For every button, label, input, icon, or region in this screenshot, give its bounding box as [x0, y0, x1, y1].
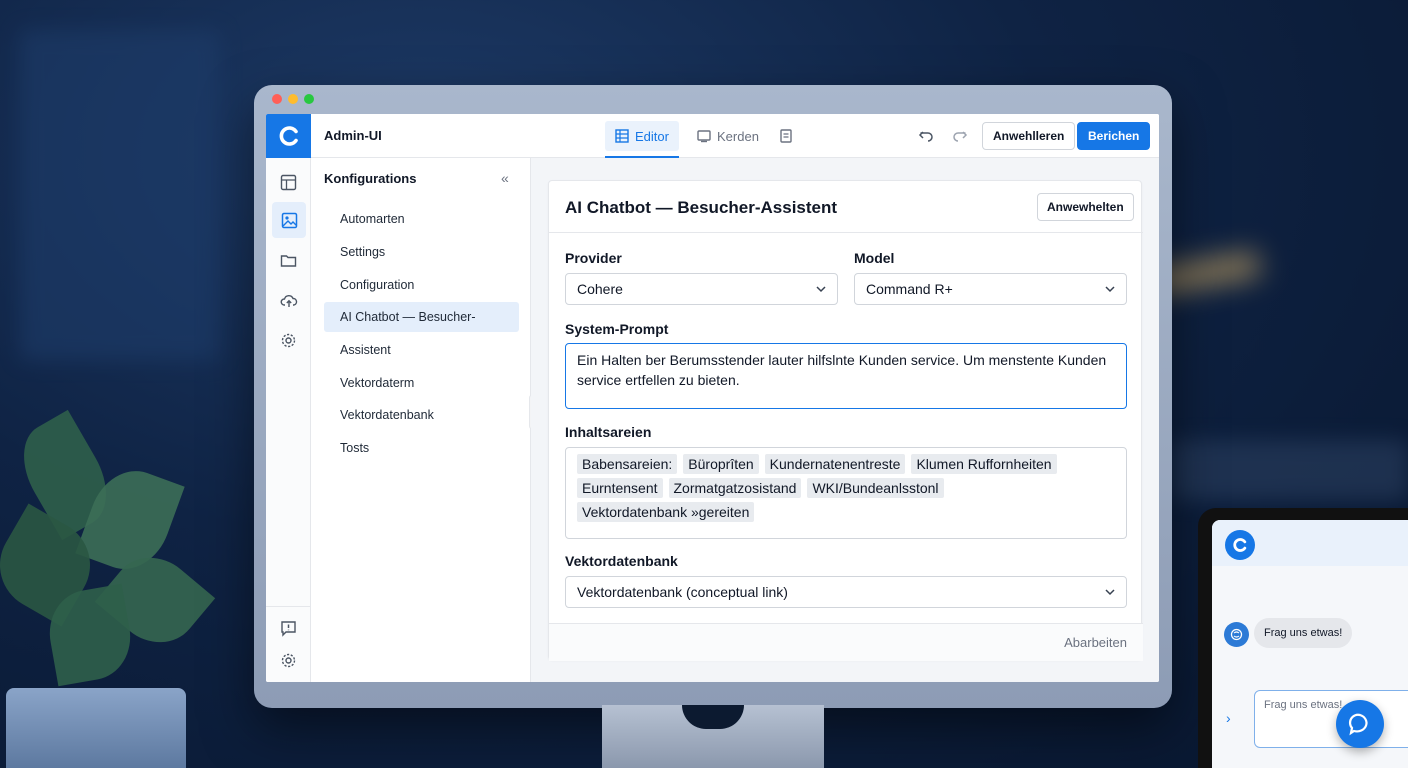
source-tag[interactable]: Klumen Ruffornheiten	[911, 454, 1057, 474]
tab-kerden[interactable]: Kerden	[687, 121, 769, 151]
chat-header	[1212, 520, 1408, 566]
anwehlleren-button[interactable]: Anwehlleren	[982, 122, 1076, 150]
image-icon[interactable]	[272, 202, 306, 238]
tab-editor-label: Editor	[635, 128, 669, 144]
rail-divider	[266, 606, 311, 607]
sidebar-item-automarten[interactable]: Automarten	[324, 204, 519, 234]
settings-icon[interactable]	[276, 648, 301, 673]
card-header: AI Chatbot — Besucher-Assistent Anwewhel…	[549, 181, 1143, 233]
config-sidebar: Konfigurations « Automarten Settings Con…	[311, 158, 531, 682]
anwewhelten-button[interactable]: Anwewhelten	[1037, 193, 1134, 221]
source-tag[interactable]: WKI/Bundeanlsstonl	[807, 478, 944, 498]
monitor-icon	[697, 130, 711, 143]
grid-icon	[615, 129, 629, 143]
provider-select[interactable]: Cohere	[565, 273, 838, 305]
minimize-window-dot[interactable]	[288, 94, 298, 104]
window-controls	[272, 94, 314, 104]
abarbeiten-link[interactable]: Abarbeiten	[1064, 635, 1127, 650]
sidebar-title: Konfigurations	[324, 171, 417, 186]
sidebar-item-tosts[interactable]: Tosts	[324, 433, 519, 463]
system-prompt-textarea[interactable]: Ein Halten ber Berumsstender lauter hilf…	[565, 343, 1127, 409]
source-tag[interactable]: Zormatgatzosistand	[668, 478, 802, 498]
chatbot-config-card: AI Chatbot — Besucher-Assistent Anwewhel…	[548, 180, 1143, 661]
model-label: Model	[854, 250, 895, 266]
cloud-upload-icon[interactable]	[276, 288, 301, 313]
model-value: Command R+	[866, 281, 953, 297]
source-tag[interactable]: Eurntensent	[577, 478, 663, 498]
app-logo-icon[interactable]	[266, 114, 311, 158]
bot-avatar-icon	[1224, 622, 1249, 647]
sidebar-item-assistent[interactable]: Assistent	[324, 335, 519, 365]
close-window-dot[interactable]	[272, 94, 282, 104]
collapse-icon[interactable]: «	[501, 170, 509, 186]
gear-icon[interactable]	[276, 328, 301, 353]
source-tag[interactable]: Vektordatenbank »gereiten	[577, 502, 755, 522]
source-tag[interactable]: Kundernatenentreste	[764, 454, 906, 474]
chat-greeting-bubble: Frag uns etwas!	[1254, 618, 1353, 648]
app-title: Admin-UI	[324, 128, 382, 143]
sidebar-item-ai-chatbot[interactable]: AI Chatbot — Besucher-	[324, 302, 519, 332]
redo-icon[interactable]	[950, 126, 970, 146]
vector-db-value: Vektordatenbank (conceptual link)	[577, 584, 788, 600]
feedback-icon[interactable]	[276, 616, 301, 641]
tab-document[interactable]	[769, 121, 803, 151]
provider-value: Cohere	[577, 281, 623, 297]
sidebar-item-settings[interactable]: Settings	[324, 237, 519, 267]
berichen-button[interactable]: Berichen	[1077, 122, 1151, 150]
undo-icon[interactable]	[916, 126, 936, 146]
card-footer: Abarbeiten	[549, 623, 1143, 661]
chat-bubble-icon[interactable]	[1336, 700, 1384, 748]
chevron-down-icon	[1105, 589, 1115, 596]
chevron-down-icon	[1105, 286, 1115, 293]
layout-icon[interactable]	[276, 170, 301, 195]
app-screen: Admin-UI Editor Kerden Anwehlleren Beric…	[266, 114, 1159, 682]
model-select[interactable]: Command R+	[854, 273, 1127, 305]
card-title: AI Chatbot — Besucher-Assistent	[565, 198, 838, 217]
provider-label: Provider	[565, 250, 622, 266]
tab-editor[interactable]: Editor	[605, 121, 679, 158]
chevron-right-icon[interactable]: ›	[1226, 710, 1231, 726]
sidebar-item-vektordatenbank[interactable]: Vektordatenbank	[324, 400, 519, 430]
vector-db-label: Vektordatenbank	[565, 553, 678, 569]
chat-logo-icon	[1225, 530, 1255, 560]
sidebar-item-vektordaterm[interactable]: Vektordaterm	[324, 368, 519, 398]
main-content: AI Chatbot — Besucher-Assistent Anwewhel…	[531, 158, 1159, 682]
icon-rail	[266, 158, 311, 682]
system-prompt-label: System-Prompt	[565, 321, 669, 337]
top-bar: Admin-UI Editor Kerden Anwehlleren Beric…	[266, 114, 1159, 158]
document-icon	[780, 129, 792, 143]
chevron-down-icon	[816, 286, 826, 293]
source-tag[interactable]: Büroprîten	[683, 454, 759, 474]
folder-icon[interactable]	[276, 248, 301, 273]
vector-db-select[interactable]: Vektordatenbank (conceptual link)	[565, 576, 1127, 608]
chat-input[interactable]: Frag uns etwas!	[1254, 690, 1408, 748]
maximize-window-dot[interactable]	[304, 94, 314, 104]
tab-kerden-label: Kerden	[717, 128, 759, 144]
content-sources-tags[interactable]: Babensareien: Büroprîten Kundernatenentr…	[565, 447, 1127, 539]
background-window	[20, 30, 220, 360]
source-tag[interactable]: Babensareien:	[577, 454, 678, 474]
sidebar-item-configuration[interactable]: Configuration	[324, 270, 519, 300]
background-shelf	[1170, 440, 1408, 500]
content-sources-label: Inhaltsareien	[565, 424, 652, 440]
